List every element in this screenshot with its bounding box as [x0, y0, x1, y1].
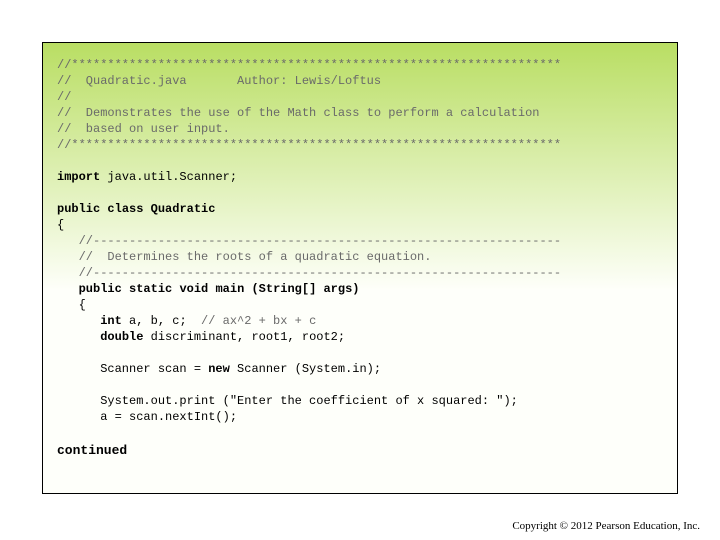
- scanner-pre: Scanner scan =: [57, 362, 208, 376]
- vars-comment: // ax^2 + bx + c: [201, 314, 316, 328]
- copyright: Copyright © 2012 Pearson Education, Inc.: [512, 520, 700, 532]
- comment-desc1: // Demonstrates the use of the Math clas…: [57, 106, 539, 120]
- import-rest: java.util.Scanner;: [100, 170, 237, 184]
- keyword-public: public: [57, 202, 100, 216]
- keyword-class: class: [100, 202, 150, 216]
- keyword-void: void: [172, 282, 208, 296]
- main-pre: [57, 282, 79, 296]
- double-pre: [57, 330, 100, 344]
- comment-header-file: // Quadratic.java Author: Lewis/Loftus: [57, 74, 381, 88]
- keyword-public2: public: [79, 282, 122, 296]
- comment-desc2: // based on user input.: [57, 122, 230, 136]
- comment-divider-top: //**************************************…: [57, 58, 561, 72]
- inner-div-top: //--------------------------------------…: [57, 234, 561, 248]
- class-name: Quadratic: [151, 202, 216, 216]
- slide: //**************************************…: [0, 0, 720, 540]
- keyword-import: import: [57, 170, 100, 184]
- print-line: System.out.print ("Enter the coefficient…: [57, 394, 518, 408]
- code-box: //**************************************…: [42, 42, 678, 494]
- keyword-static: static: [122, 282, 172, 296]
- inner-div-bot: //--------------------------------------…: [57, 266, 561, 280]
- continued-label: continued: [57, 443, 665, 458]
- vars-pre: [57, 314, 100, 328]
- scanner-rest: Scanner (System.in);: [230, 362, 381, 376]
- inner-comment: // Determines the roots of a quadratic e…: [57, 250, 431, 264]
- main-lbrace: {: [57, 298, 86, 312]
- keyword-double: double: [100, 330, 143, 344]
- lbrace: {: [57, 218, 64, 232]
- main-name: main (String[] args): [208, 282, 359, 296]
- read-line: a = scan.nextInt();: [57, 410, 237, 424]
- double-rest: discriminant, root1, root2;: [143, 330, 345, 344]
- keyword-new: new: [208, 362, 230, 376]
- comment-blank: //: [57, 90, 71, 104]
- vars-rest: a, b, c;: [122, 314, 201, 328]
- code-listing: //**************************************…: [57, 57, 665, 425]
- comment-divider-bot: //**************************************…: [57, 138, 561, 152]
- keyword-int: int: [100, 314, 122, 328]
